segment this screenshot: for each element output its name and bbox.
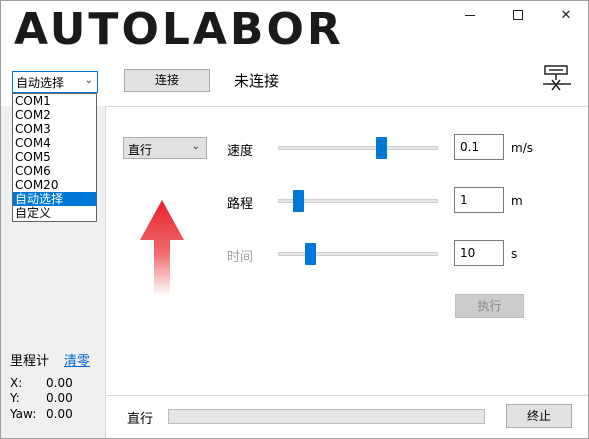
- port-select-value: 自动选择: [16, 76, 65, 90]
- port-option[interactable]: COM3: [13, 122, 96, 136]
- port-select[interactable]: 自动选择 ⌄: [12, 71, 98, 93]
- port-option[interactable]: 自动选择: [13, 192, 96, 206]
- distance-input[interactable]: 1: [454, 187, 504, 213]
- time-label: 时间: [227, 250, 254, 265]
- time-slider-track[interactable]: [278, 252, 438, 256]
- close-icon: ✕: [560, 7, 572, 23]
- port-dropdown-list: COM1 COM2 COM3 COM4 COM5 COM6 COM20 自动选择 自定义: [12, 93, 97, 222]
- odometer-x-label: X:: [10, 376, 23, 390]
- serial-disconnect-icon[interactable]: [541, 64, 573, 92]
- svg-text:AUTOLABOR: AUTOLABOR: [14, 4, 344, 52]
- maximize-icon: [513, 10, 523, 20]
- chevron-down-icon: ⌄: [191, 141, 200, 152]
- port-option[interactable]: COM5: [13, 150, 96, 164]
- stop-button[interactable]: 终止: [506, 404, 572, 428]
- direction-arrow-icon: [140, 200, 184, 296]
- odometer-yaw-label: Yaw:: [10, 407, 37, 421]
- port-option[interactable]: COM6: [13, 164, 96, 178]
- speed-input[interactable]: 0.1: [454, 134, 504, 160]
- execute-button[interactable]: 执行: [455, 294, 524, 318]
- status-divider: [106, 395, 589, 396]
- chevron-down-icon: ⌄: [84, 75, 93, 86]
- time-input[interactable]: 10: [454, 240, 504, 266]
- minimize-icon: [465, 14, 475, 16]
- time-unit: s: [511, 247, 518, 261]
- maximize-button[interactable]: [496, 2, 540, 28]
- minimize-button[interactable]: [448, 2, 492, 28]
- time-slider-thumb[interactable]: [304, 243, 316, 265]
- distance-unit: m: [511, 194, 523, 208]
- odometer-title: 里程计: [10, 354, 50, 369]
- motion-mode-value: 直行: [128, 143, 153, 157]
- port-option[interactable]: COM20: [13, 178, 96, 192]
- autolabor-logo: AUTOLABOR: [14, 4, 344, 52]
- speed-slider-track[interactable]: [278, 146, 438, 150]
- close-button[interactable]: ✕: [544, 2, 588, 28]
- speed-slider-thumb[interactable]: [376, 137, 388, 159]
- odometer-y-value: 0.00: [46, 391, 73, 405]
- speed-label: 速度: [227, 144, 254, 159]
- odometer-yaw-value: 0.00: [46, 407, 73, 421]
- odometer-y-label: Y:: [10, 391, 20, 405]
- connect-button[interactable]: 连接: [124, 69, 210, 92]
- odometer-x-value: 0.00: [46, 376, 73, 390]
- motion-progress-bar: [168, 409, 485, 424]
- connection-status: 未连接: [234, 72, 280, 90]
- speed-unit: m/s: [511, 141, 533, 155]
- port-option[interactable]: 自定义: [13, 206, 96, 220]
- motion-status: 直行: [127, 412, 154, 427]
- port-option[interactable]: COM1: [13, 94, 96, 108]
- odometer-clear-link[interactable]: 清零: [64, 350, 90, 369]
- distance-label: 路程: [227, 197, 254, 212]
- port-option[interactable]: COM2: [13, 108, 96, 122]
- distance-slider-thumb[interactable]: [292, 190, 304, 212]
- port-option[interactable]: COM4: [13, 136, 96, 150]
- motion-mode-select[interactable]: 直行 ⌄: [123, 137, 207, 159]
